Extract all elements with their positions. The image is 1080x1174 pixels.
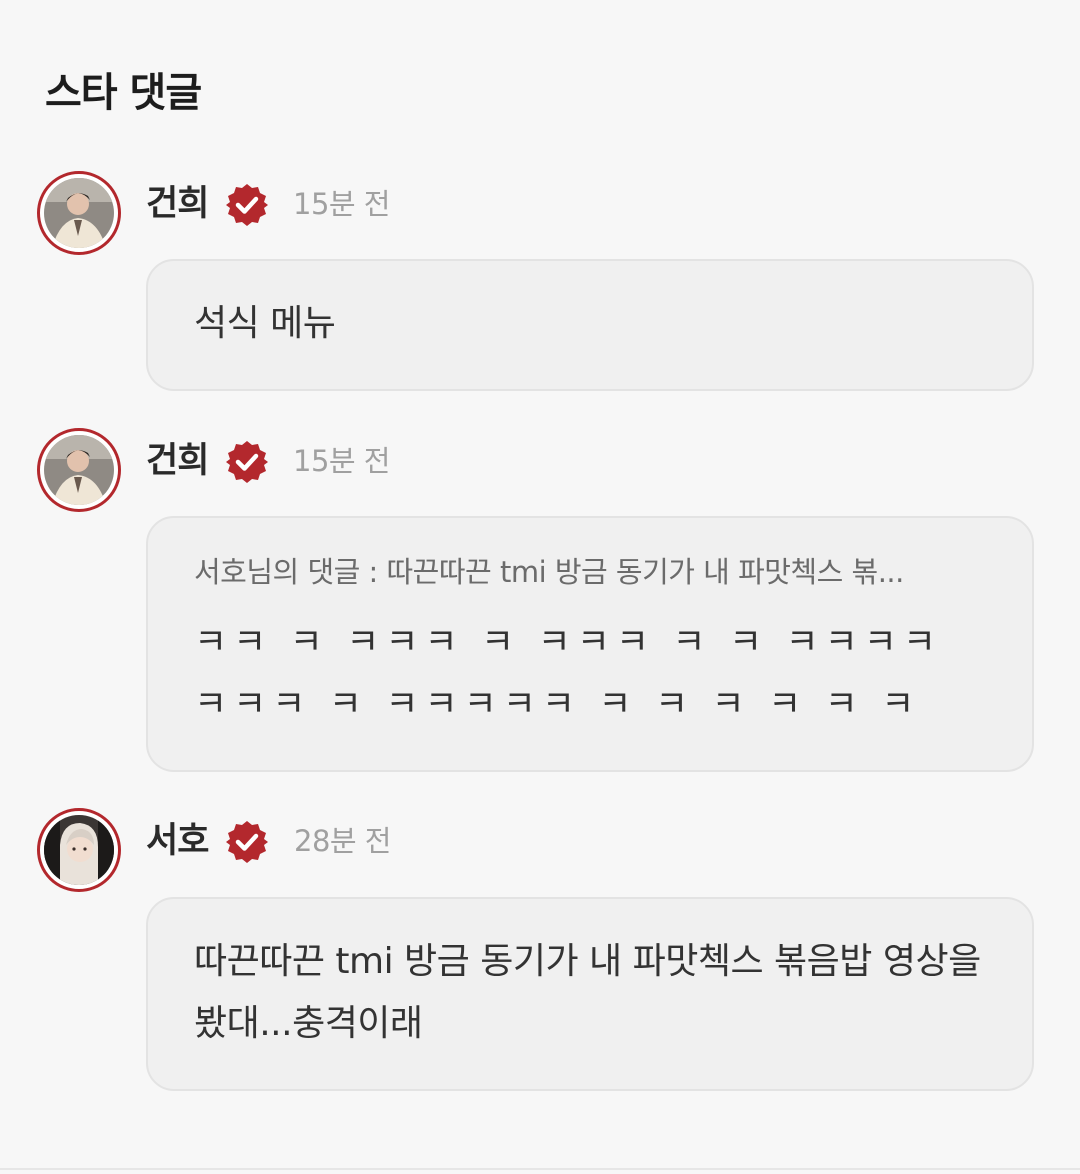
comment-time: 15분 전 (293, 444, 390, 478)
avatar-photo (44, 178, 114, 248)
avatar[interactable] (37, 428, 121, 512)
author-name[interactable]: 건희 (146, 438, 209, 484)
comment-text: 석식 메뉴 (194, 303, 336, 344)
comment-bubble: 서호님의 댓글 : 따끈따끈 tmi 방금 동기가 내 파맛첵스 볶... ㅋㅋ… (146, 516, 1034, 772)
author-name[interactable]: 서호 (146, 818, 209, 864)
comment-time: 28분 전 (294, 824, 391, 858)
avatar[interactable] (37, 808, 121, 892)
verified-badge-icon (226, 441, 268, 483)
avatar-photo (44, 435, 114, 505)
comment-time: 15분 전 (293, 187, 390, 221)
quoted-reply[interactable]: 서호님의 댓글 : 따끈따끈 tmi 방금 동기가 내 파맛첵스 볶... (194, 552, 992, 592)
comment-bubble: 석식 메뉴 (146, 259, 1034, 391)
bottom-divider (0, 1168, 1080, 1170)
verified-badge-icon (226, 821, 268, 863)
avatar[interactable] (37, 171, 121, 255)
comment-bubble: 따끈따끈 tmi 방금 동기가 내 파맛첵스 볶음밥 영상을 봤대...충격이래 (146, 897, 1034, 1091)
comment-text: ㅋㅋ ㅋ ㅋㅋㅋ ㅋ ㅋㅋㅋ ㅋ ㅋ ㅋㅋㅋㅋ ㅋㅋㅋ ㅋ ㅋㅋㅋㅋㅋ ㅋ ㅋ … (194, 622, 943, 725)
author-name[interactable]: 건희 (146, 181, 209, 227)
verified-badge-icon (226, 184, 268, 226)
comment-item: 건희 15분 전 석식 메뉴 (0, 171, 1080, 393)
section-title: 스타 댓글 (45, 70, 202, 116)
comment-item: 서호 28분 전 따끈따끈 tmi 방금 동기가 내 파맛첵스 볶음밥 영상을 … (0, 808, 1080, 1094)
comment-text: 따끈따끈 tmi 방금 동기가 내 파맛첵스 볶음밥 영상을 봤대...충격이래 (194, 941, 981, 1044)
comment-item: 건희 15분 전 서호님의 댓글 : 따끈따끈 tmi 방금 동기가 내 파맛첵… (0, 428, 1080, 774)
star-comments-page: 스타 댓글 건희 15분 전 석식 메뉴 건희 15분 전 서호님의 댓글: … (0, 0, 1080, 1174)
avatar-photo (44, 815, 114, 885)
